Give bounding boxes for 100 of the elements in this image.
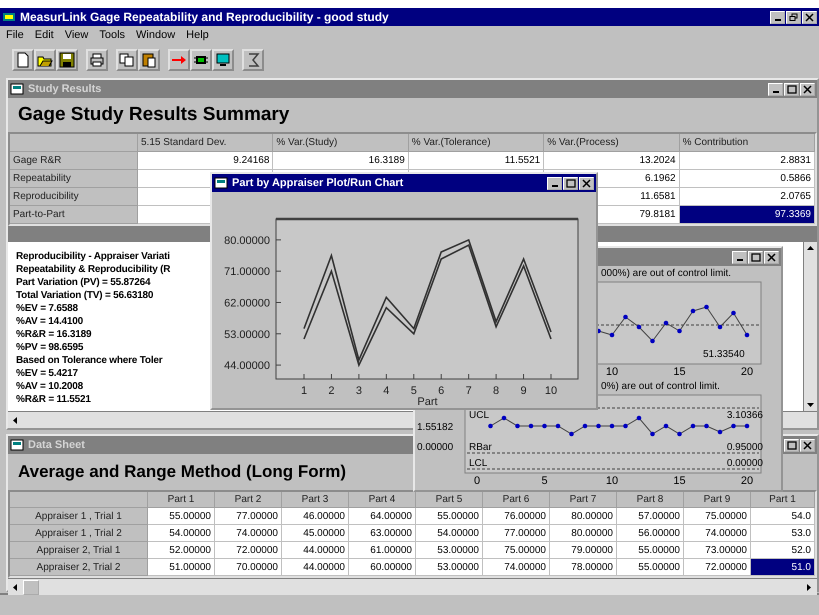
column-header: Part 1 (751, 492, 815, 508)
table-cell: 97.3369 (680, 206, 815, 224)
table-cell: 44.00000 (282, 559, 349, 576)
window-title: Part by Appraiser Plot/Run Chart (232, 177, 404, 189)
table-cell: 16.3189 (273, 152, 409, 170)
table-cell: 76.00000 (483, 508, 550, 525)
window-title: Data Sheet (28, 439, 85, 451)
table-cell: 46.00000 (282, 508, 349, 525)
table-cell: 79.00000 (550, 542, 617, 559)
axis-tick-label: 5 (410, 385, 417, 397)
window-title: MeasurLink Gage Repeatability and Reproducibility - good study (20, 10, 389, 24)
limit-value: 0.00000 (726, 458, 763, 469)
table-cell: 53.00000 (416, 559, 483, 576)
table-cell: 61.00000 (349, 542, 416, 559)
table-cell: 77.00000 (483, 525, 550, 542)
report-line: %EV = 5.4217 (16, 367, 78, 380)
table-cell: 54.00000 (148, 525, 215, 542)
column-header: Part 7 (550, 492, 617, 508)
axis-tick-label: 53.00000 (224, 328, 270, 341)
axis-tick-label: 44.00000 (224, 360, 270, 372)
column-header: Part 8 (617, 492, 684, 508)
column-header: Part 3 (282, 492, 349, 508)
table-cell: 74.00000 (215, 525, 282, 542)
status-message: 000%) are out of control limit. (601, 268, 732, 279)
table-cell: 45.00000 (282, 525, 349, 542)
table-cell: 70.00000 (215, 559, 282, 576)
column-header: Part 6 (483, 492, 550, 508)
axis-tick-label: 15 (672, 475, 687, 487)
table-cell: 13.2024 (544, 152, 680, 170)
axis-tick-label: 62.00000 (224, 297, 270, 310)
row-header: Appraiser 2, Trial 1 (10, 542, 148, 559)
axis-tick-label: 7 (466, 385, 472, 397)
axis-tick-label: 0.00000 (417, 442, 454, 453)
status-message: 0%) are out of control limit. (601, 381, 720, 392)
limit-label: UCL (469, 410, 490, 421)
row-header: Part-to-Part (10, 206, 138, 224)
axis-tick-label: 9 (520, 385, 527, 397)
column-header: % Var.(Process) (544, 134, 680, 152)
axis-tick-label: 2 (328, 385, 334, 397)
table-cell: 77.00000 (215, 508, 282, 525)
axis-tick-label: 1.55182 (417, 422, 454, 433)
table-cell: 55.00000 (148, 508, 215, 525)
axis-tick-label: 10 (604, 366, 620, 378)
table-cell: 54.0 (751, 508, 815, 525)
table-cell: 78.00000 (550, 559, 617, 576)
table-cell: 60.00000 (349, 559, 416, 576)
table-cell: 51.0 (751, 559, 815, 576)
summary-heading: Gage Study Results Summary (17, 103, 290, 127)
report-line: Repeatability & Reproducibility (R (16, 263, 170, 276)
column-header: Part 9 (684, 492, 751, 508)
axis-tick-label: 10 (604, 475, 620, 487)
axis-tick-label: 20 (740, 475, 754, 487)
report-line: %AV = 10.2008 (16, 380, 83, 393)
table-cell: 53.00000 (416, 542, 483, 559)
report-line: Total Variation (TV) = 56.63180 (16, 289, 154, 302)
axis-tick-label: 3 (356, 385, 362, 397)
row-header: Gage R&R (10, 152, 138, 170)
table-cell: 80.00000 (550, 508, 617, 525)
table-cell: 80.00000 (550, 525, 617, 542)
report-line: Reproducibility - Appraiser Variati (16, 250, 170, 263)
axis-tick-label: 6 (438, 385, 444, 397)
limit-value: 3.10366 (726, 410, 763, 421)
table-cell: 51.00000 (148, 559, 215, 576)
table-cell: 2.8831 (680, 152, 815, 170)
center-line-value: 51.33540 (703, 349, 745, 360)
table-cell: 52.0 (751, 542, 815, 559)
column-header: Part 2 (215, 492, 282, 508)
table-cell: 63.00000 (349, 525, 416, 542)
column-header: % Var.(Tolerance) (408, 134, 544, 152)
table-cell: 56.00000 (617, 525, 684, 542)
table-cell: 44.00000 (282, 542, 349, 559)
table-cell: 9.24168 (138, 152, 274, 170)
table-cell: 73.00000 (684, 542, 751, 559)
table-cell: 54.00000 (416, 525, 483, 542)
column-header: % Contribution (680, 134, 815, 152)
row-header: Reproducibility (10, 188, 138, 206)
limit-label: RBar (469, 442, 492, 453)
column-header: Part 1 (148, 492, 215, 508)
table-cell: 57.00000 (617, 508, 684, 525)
axis-tick-label: 4 (383, 385, 390, 397)
report-line: %PV = 98.6595 (16, 341, 84, 354)
axis-tick-label: 5 (540, 475, 549, 487)
column-header: % Var.(Study) (273, 134, 409, 152)
axis-tick-label: 10 (544, 385, 558, 397)
axis-tick-label: 15 (672, 366, 687, 378)
table-cell: 75.00000 (483, 542, 550, 559)
row-header: Appraiser 1 , Trial 2 (10, 525, 148, 542)
row-header: Appraiser 1 , Trial 1 (10, 508, 148, 525)
axis-title: Part (417, 396, 438, 408)
axis-tick-label: 0 (472, 475, 482, 487)
table-cell: 74.00000 (684, 525, 751, 542)
report-line: %R&R = 11.5521 (16, 393, 91, 406)
report-line: %R&R = 16.3189 (16, 328, 92, 341)
report-line: %AV = 14.4100 (16, 315, 83, 328)
table-cell: 52.00000 (148, 542, 215, 559)
table-cell: 72.00000 (684, 559, 751, 576)
window-title: Study Results (28, 83, 102, 95)
table-cell: 0.5866 (680, 170, 815, 188)
table-cell: 11.5521 (408, 152, 544, 170)
table-cell: 55.00000 (617, 559, 684, 576)
